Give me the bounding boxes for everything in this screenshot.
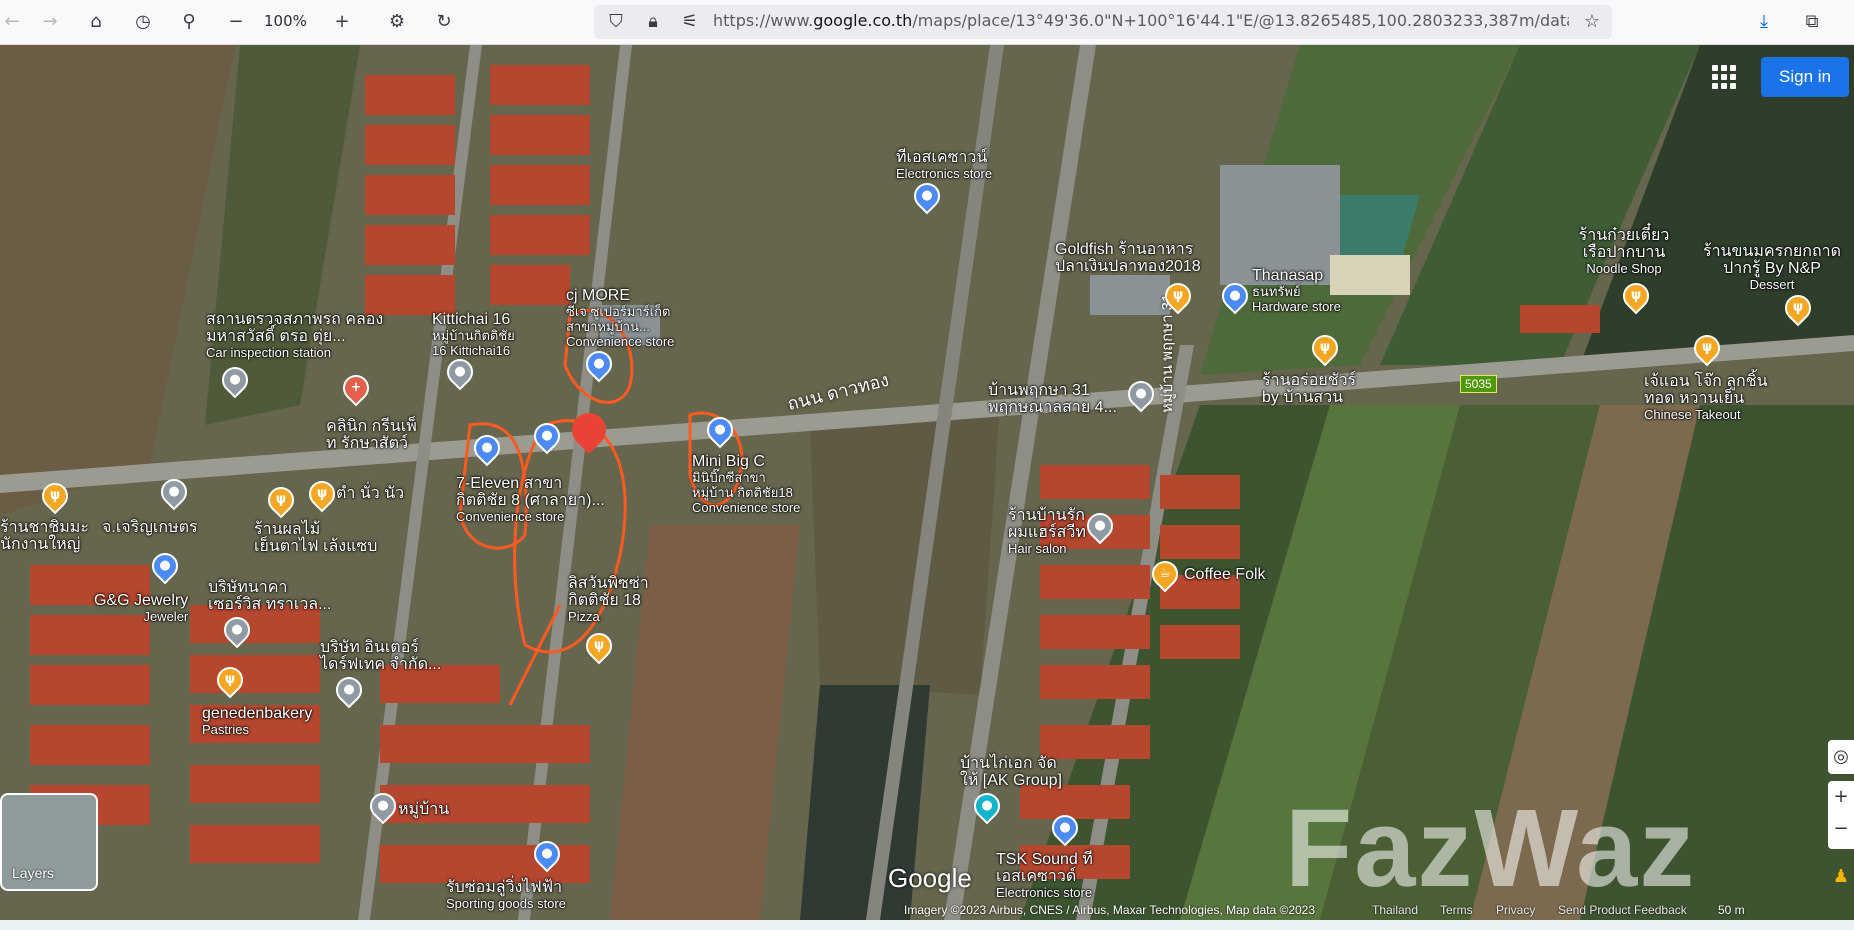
place-label[interactable]: ร้านชาชิมมะ นักงานใหญ่ xyxy=(0,519,89,553)
sign-in-button[interactable]: Sign in xyxy=(1761,57,1849,97)
place-label[interactable]: ร้านขนมครกยกถาด ปากรู้ By N&P Dessert xyxy=(1703,243,1841,292)
shield-icon[interactable]: ⛉ xyxy=(604,10,628,34)
place-label[interactable]: ร้านบ้านรัก ผมแฮร์สวีท Hair salon xyxy=(1008,507,1086,556)
zoom-controls[interactable]: + − xyxy=(1828,781,1854,849)
place-label[interactable]: บ้านพฤกษา 31 พฤกษณาลสาย 4... xyxy=(988,382,1117,416)
google-logo: Google xyxy=(888,863,972,893)
place-label[interactable]: Thanasap ธนทรัพย์ Hardware store xyxy=(1252,267,1341,314)
zoom-level[interactable]: 100% xyxy=(264,12,307,30)
place-label[interactable]: จ.เจริญเกษตร xyxy=(102,519,198,536)
map-canvas[interactable]: ถนน ดาวทอง หมู่บ้าน พฤกษา 31 5035 ● ทีเอ… xyxy=(0,45,1854,920)
place-label[interactable]: ร้านผลไม้ เย็นตาไฟ เล้งแซบ xyxy=(254,521,377,555)
forward-icon[interactable]: → xyxy=(38,10,62,34)
watermark-logo: FazWaz xyxy=(1285,787,1697,910)
place-label[interactable]: หมู่บ้าน xyxy=(398,801,449,818)
gear-icon[interactable]: ⚙ xyxy=(385,10,409,34)
download-icon[interactable]: ⤓ xyxy=(1752,10,1776,34)
place-label[interactable]: Goldfish ร้านอาหาร ปลาเงินปลาทอง2018 xyxy=(1055,241,1201,275)
feedback-link[interactable]: Send Product Feedback xyxy=(1558,903,1687,917)
terms-link[interactable]: Terms xyxy=(1440,903,1473,917)
place-label[interactable]: ลิสวันพิซซ่า กิตติชัย 18 Pizza xyxy=(568,575,649,624)
imagery-credit: Imagery ©2023 Airbus, CNES / Airbus, Max… xyxy=(904,903,1316,917)
my-location-icon[interactable]: ◎ xyxy=(1828,740,1854,774)
bottom-strip xyxy=(0,920,1854,930)
place-label[interactable]: บ้านไก่เอก จัด ให้ [AK Group] xyxy=(960,755,1062,789)
zoom-out-icon[interactable]: − xyxy=(224,10,248,34)
place-label[interactable]: รับซ่อมลู่วิ่งไฟฟ้า Sporting goods store xyxy=(446,879,566,911)
place-label[interactable]: TSK Sound ที เอสเคซาวด์ Electronics store xyxy=(996,851,1093,900)
home-icon[interactable]: ⌂ xyxy=(84,10,108,34)
place-label[interactable]: คลินิก กรีนเพ็ท รักษาสัตว์ xyxy=(326,418,417,452)
back-icon[interactable]: ← xyxy=(0,10,24,34)
place-label[interactable]: Mini Big C มินิบิ๊กซีสาขา หมู่บ้าน กิตติชั… xyxy=(692,453,800,515)
pegman-icon[interactable]: ♟ xyxy=(1828,857,1854,897)
layers-label: Layers xyxy=(12,865,55,881)
place-label[interactable]: บริษัทนาคา เซอร์วิส ทราเวล... xyxy=(208,579,331,613)
place-label[interactable]: เจ้แอน โจ๊ก ลูกชิ้น ทอด หวานเย็น Chinese T… xyxy=(1644,373,1768,422)
place-label[interactable]: ทีเอสเคซาวน์ Electronics store xyxy=(896,149,992,181)
place-label[interactable]: สถานตรวจสภาพรถ คลอง มหาสวัสดิ์ ตรอ ตุ่ย..… xyxy=(206,311,383,360)
place-label[interactable]: ตำ นั่ว นัว xyxy=(336,485,404,502)
zoom-in-icon[interactable]: + xyxy=(330,10,354,34)
reload-icon[interactable]: ↻ xyxy=(432,10,456,34)
place-label[interactable]: 7-Eleven สาขา กิตติชัย 8 (ศาลายา)... Conve… xyxy=(456,475,605,524)
country-link[interactable]: Thailand xyxy=(1372,903,1418,917)
url-text[interactable]: https://www.google.co.th/maps/place/13°4… xyxy=(713,11,1569,30)
place-label[interactable]: G&G Jewelry Jeweler xyxy=(94,592,188,624)
scale-bar[interactable]: 50 m xyxy=(1718,903,1745,917)
history-icon[interactable]: ◷ xyxy=(131,10,155,34)
privacy-link[interactable]: Privacy xyxy=(1496,903,1535,917)
lock-icon[interactable]: 🔒︎ xyxy=(641,10,665,34)
browser-toolbar: ← → ⌂ ◷ ⚲ − 100% + ⚙ ↻ ⛉ 🔒︎ ⚟ https://ww… xyxy=(0,0,1854,45)
place-label[interactable]: บริษัท อินเตอร์ ไดร์ฟเทค จำกัด... xyxy=(320,639,441,673)
extensions-icon[interactable]: ⧉ xyxy=(1800,10,1824,34)
place-label[interactable]: ร้านอร่อยชัวร์ by บ้านสวน xyxy=(1262,372,1356,406)
place-label[interactable]: Kittichai 16 หมู่บ้านกิตติชัย 16 Kittichai… xyxy=(432,311,515,358)
layers-button[interactable]: Layers xyxy=(0,793,98,891)
place-label[interactable]: ร้านก๋วยเตี๋ยว เรือปากบาน Noodle Shop xyxy=(1579,227,1670,276)
bookmark-star-icon[interactable]: ☆ xyxy=(1580,10,1604,34)
place-label[interactable]: Coffee Folk xyxy=(1184,566,1266,583)
route-badge: 5035 xyxy=(1460,375,1497,393)
permissions-icon[interactable]: ⚟ xyxy=(678,10,702,34)
map-footer: Imagery ©2023 Airbus, CNES / Airbus, Max… xyxy=(890,901,1854,920)
google-apps-icon[interactable] xyxy=(1712,65,1736,89)
search-icon[interactable]: ⚲ xyxy=(177,10,201,34)
place-label[interactable]: genedenbakery Pastries xyxy=(202,705,312,737)
place-label[interactable]: cj MORE ซีเจ ซูเปอร์มาร์เก็ต สาขาหมู่บ้าน.… xyxy=(566,287,674,349)
